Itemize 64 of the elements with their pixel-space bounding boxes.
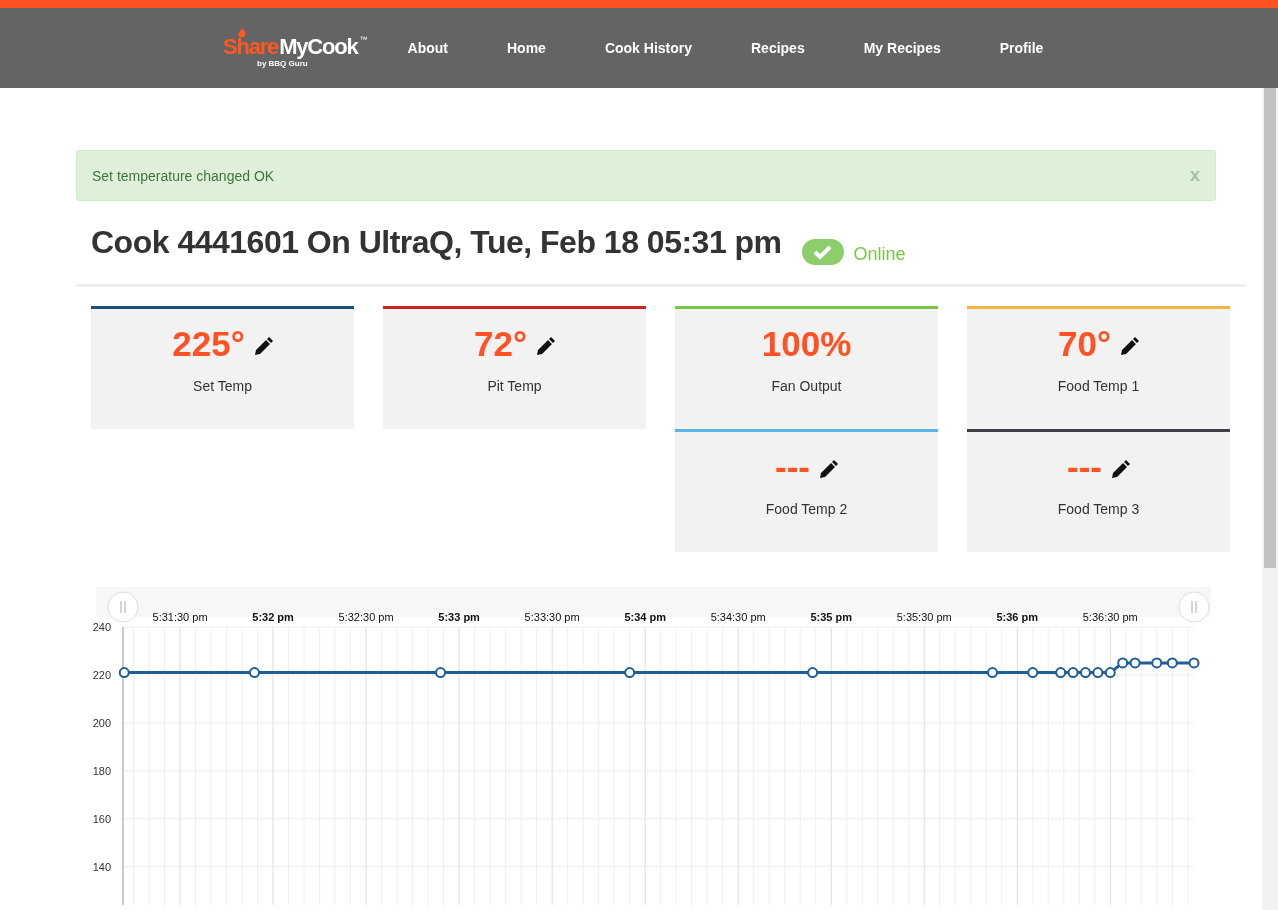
nav-link[interactable]: About (407, 40, 448, 56)
y-tick-label: 200 (92, 716, 111, 729)
pencil-icon[interactable] (818, 460, 838, 480)
data-point (1166, 657, 1178, 669)
nav-link[interactable]: Recipes (751, 40, 805, 56)
x-tick-label: 5:34 pm (624, 611, 666, 623)
reading-label: Food Temp 3 (1057, 501, 1140, 517)
y-tick-label: 180 (92, 764, 111, 777)
data-point (624, 667, 636, 679)
range-handle[interactable] (1178, 591, 1210, 623)
data-point (435, 667, 446, 679)
range-handle[interactable] (107, 591, 139, 623)
reading-label: Food Temp 1 (1057, 378, 1140, 394)
data-point (986, 667, 998, 679)
x-tick-label: 5:31:30 pm (152, 611, 208, 623)
nav-link[interactable]: Profile (999, 40, 1044, 56)
reading-label: Set Temp (193, 378, 252, 394)
pencil-icon[interactable] (252, 337, 273, 357)
y-tick-label: 220 (92, 668, 111, 681)
data-point (1027, 667, 1039, 679)
x-tick-label: 5:34:30 pm (710, 611, 766, 623)
page-title: Cook 4441601 On UltraQ, Tue, Feb 18 05:31 pm (91, 224, 782, 261)
data-point (1104, 667, 1116, 679)
data-point (807, 667, 819, 679)
pencil-icon[interactable] (1118, 337, 1139, 357)
nav-link[interactable]: Home (506, 40, 546, 56)
reading-label: Pit Temp (487, 378, 542, 394)
reading-value: 72° (474, 324, 527, 364)
data-point (1117, 657, 1129, 669)
y-tick-label: 140 (92, 860, 111, 873)
logo[interactable]: ShareMyCook™ by BBQ Guru (223, 26, 368, 70)
data-point (1067, 667, 1079, 679)
y-tick-label: 240 (92, 621, 111, 633)
reading-value: 70° (1058, 324, 1111, 364)
x-tick-label: 5:36 pm (996, 611, 1039, 623)
alert-message: Set temperature changed OK (92, 167, 275, 184)
reading-label: Fan Output (771, 378, 842, 394)
x-tick-label: 5:35:30 pm (896, 611, 952, 623)
x-tick-label: 5:33:30 pm (524, 611, 580, 623)
x-tick-label: 5:36:30 pm (1082, 611, 1138, 623)
nav-link[interactable]: Cook History (604, 40, 692, 56)
reading-value: 100% (761, 324, 852, 364)
scrollbar[interactable] (1262, 88, 1278, 910)
reading-value: --- (1067, 447, 1102, 487)
data-point (1188, 657, 1200, 669)
reading-label: Food Temp 2 (765, 501, 848, 517)
reading-value: --- (775, 447, 810, 487)
x-tick-label: 5:32 pm (252, 611, 294, 623)
x-tick-label: 5:33 pm (438, 611, 480, 623)
nav-link[interactable]: My Recipes (863, 40, 941, 56)
data-point (1092, 667, 1104, 679)
status-label: Online (853, 244, 906, 265)
data-point (1079, 667, 1091, 679)
data-point (118, 667, 130, 679)
data-point (1151, 657, 1163, 669)
y-tick-label: 160 (92, 812, 111, 825)
x-tick-label: 5:32:30 pm (338, 611, 394, 623)
data-point (248, 667, 260, 679)
data-point (1129, 657, 1141, 669)
reading-value: 225° (172, 324, 245, 364)
pencil-icon[interactable] (534, 337, 555, 357)
pencil-icon[interactable] (1110, 460, 1130, 480)
data-point (1055, 667, 1067, 679)
x-tick-label: 5:35 pm (810, 611, 852, 623)
